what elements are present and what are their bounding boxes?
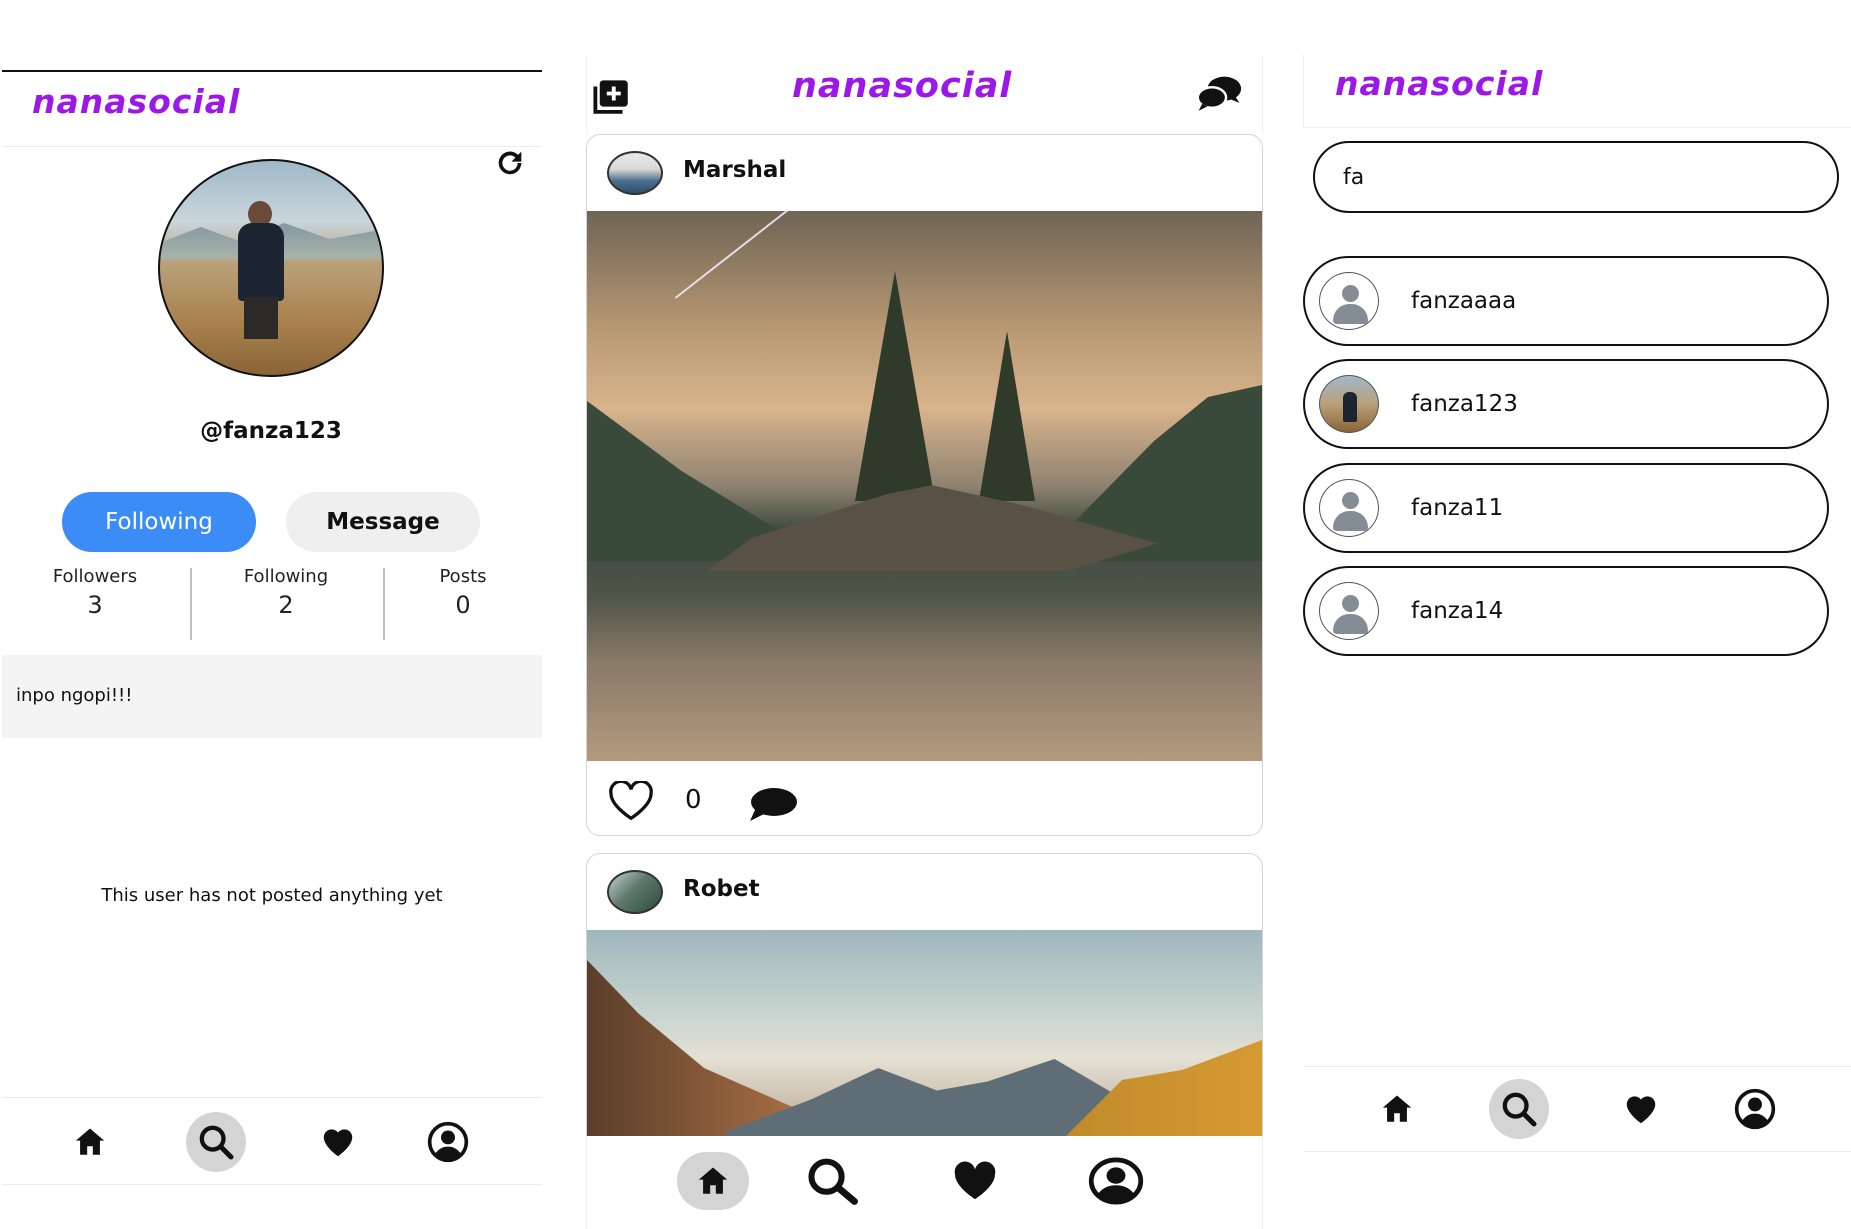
post-image[interactable] bbox=[587, 211, 1262, 761]
home-icon bbox=[75, 1128, 105, 1155]
post-author-avatar[interactable] bbox=[607, 151, 663, 195]
bottom-nav bbox=[1303, 1066, 1851, 1152]
like-button[interactable] bbox=[605, 779, 657, 825]
nav-profile[interactable] bbox=[418, 1112, 478, 1172]
comment-button[interactable] bbox=[747, 785, 799, 827]
stat-posts: Posts 0 bbox=[370, 566, 556, 619]
nav-search[interactable] bbox=[801, 1150, 865, 1212]
profile-icon bbox=[427, 1121, 469, 1163]
heart-icon bbox=[954, 1161, 996, 1200]
result-username: fanzaaaa bbox=[1411, 288, 1517, 314]
search-result-item[interactable]: fanza14 bbox=[1303, 566, 1829, 656]
bio-text: inpo ngopi!!! bbox=[16, 685, 133, 706]
stat-followers[interactable]: Followers 3 bbox=[2, 566, 188, 619]
new-post-icon[interactable] bbox=[590, 76, 634, 118]
result-username: fanza14 bbox=[1411, 598, 1504, 624]
messages-icon[interactable] bbox=[1196, 74, 1242, 114]
search-icon bbox=[1502, 1092, 1537, 1127]
nav-home[interactable] bbox=[1367, 1079, 1427, 1139]
home-icon bbox=[1382, 1095, 1412, 1122]
result-username: fanza11 bbox=[1411, 495, 1504, 521]
profile-icon bbox=[1734, 1088, 1776, 1130]
heart-icon bbox=[1626, 1096, 1656, 1124]
search-icon bbox=[808, 1158, 858, 1205]
profile-username: @fanza123 bbox=[200, 418, 342, 444]
profile-avatar bbox=[158, 159, 384, 377]
empty-posts-message: This user has not posted anything yet bbox=[101, 885, 443, 906]
post-header: Robet bbox=[587, 854, 1262, 930]
post-author-name[interactable]: Marshal bbox=[683, 157, 786, 183]
post-actions: 0 bbox=[587, 761, 1262, 835]
bottom-nav bbox=[2, 1097, 542, 1185]
brand-logo: nanasocial bbox=[792, 66, 1013, 106]
nav-search[interactable] bbox=[1489, 1079, 1549, 1139]
nav-search[interactable] bbox=[186, 1112, 246, 1172]
nav-likes[interactable] bbox=[1611, 1079, 1671, 1139]
message-button[interactable]: Message bbox=[286, 492, 480, 552]
post-author-avatar[interactable] bbox=[607, 870, 663, 914]
refresh-icon[interactable] bbox=[493, 146, 527, 180]
nav-profile[interactable] bbox=[1083, 1148, 1149, 1214]
user-avatar bbox=[1319, 479, 1379, 537]
nav-likes[interactable] bbox=[308, 1112, 368, 1172]
search-result-item[interactable]: fanza11 bbox=[1303, 463, 1829, 553]
stat-label: Followers bbox=[52, 566, 138, 587]
post-author-name[interactable]: Robet bbox=[683, 876, 760, 902]
feed-post: Marshal 0 bbox=[586, 134, 1263, 836]
nav-profile[interactable] bbox=[1725, 1079, 1785, 1139]
user-avatar bbox=[1319, 375, 1379, 433]
brand-logo: nanasocial bbox=[32, 82, 241, 121]
stat-value: 2 bbox=[278, 591, 294, 619]
stat-value: 0 bbox=[455, 591, 471, 619]
stat-label: Posts bbox=[439, 566, 487, 587]
stat-following[interactable]: Following 2 bbox=[193, 566, 379, 619]
heart-icon bbox=[323, 1129, 353, 1157]
stat-value: 3 bbox=[87, 591, 103, 619]
home-icon bbox=[698, 1167, 728, 1194]
user-avatar bbox=[1319, 582, 1379, 640]
post-image[interactable] bbox=[587, 930, 1262, 1136]
profile-bio: inpo ngopi!!! bbox=[2, 655, 542, 738]
stat-label: Following bbox=[243, 566, 329, 587]
nav-likes[interactable] bbox=[943, 1150, 1007, 1212]
post-header: Marshal bbox=[587, 135, 1262, 211]
nav-home[interactable] bbox=[60, 1112, 120, 1172]
search-icon bbox=[199, 1125, 234, 1160]
comment-icon bbox=[750, 788, 797, 821]
search-result-item[interactable]: fanza123 bbox=[1303, 359, 1829, 449]
search-result-item[interactable]: fanzaaaa bbox=[1303, 256, 1829, 346]
following-button[interactable]: Following bbox=[62, 492, 256, 552]
stat-divider bbox=[190, 568, 192, 640]
search-input[interactable] bbox=[1313, 141, 1839, 213]
feed-post: Robet bbox=[586, 853, 1263, 1136]
result-username: fanza123 bbox=[1411, 391, 1518, 417]
nav-home[interactable] bbox=[677, 1152, 749, 1210]
heart-outline-icon bbox=[609, 779, 653, 821]
bottom-nav bbox=[586, 1136, 1263, 1229]
brand-logo: nanasocial bbox=[1335, 64, 1544, 103]
like-count: 0 bbox=[685, 785, 702, 815]
profile-icon bbox=[1088, 1157, 1144, 1205]
user-avatar bbox=[1319, 272, 1379, 330]
